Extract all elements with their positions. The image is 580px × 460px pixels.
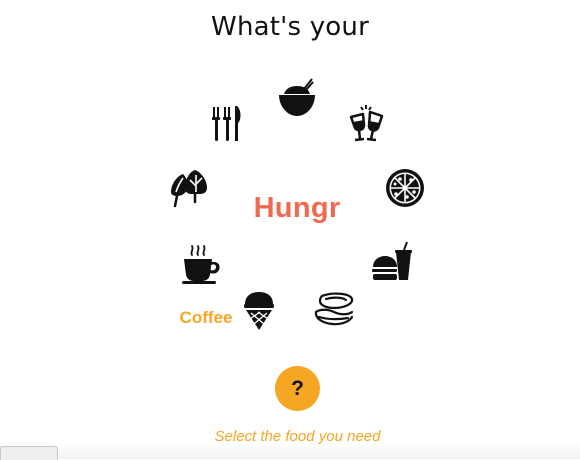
pizza-icon[interactable] (383, 166, 427, 210)
shellfish-icon[interactable] (312, 288, 356, 332)
vegetables-icon[interactable] (167, 166, 211, 210)
cutlery-icon[interactable] (205, 101, 249, 145)
instruction-text: Select the food you need (214, 428, 381, 445)
page-title: What's your (211, 12, 369, 42)
rice-bowl-icon[interactable] (275, 76, 319, 120)
wine-glasses-icon[interactable] (345, 103, 389, 147)
coffee-cup-icon[interactable] (180, 242, 224, 286)
help-button[interactable]: ? (275, 366, 320, 411)
brand-logo-text: Hungr (253, 192, 341, 224)
bottom-tab[interactable] (0, 446, 58, 460)
fast-food-icon[interactable] (370, 240, 414, 284)
selected-food-label: Coffee (179, 308, 233, 327)
ice-cream-icon[interactable] (237, 289, 281, 333)
bottom-shadow (0, 444, 580, 459)
